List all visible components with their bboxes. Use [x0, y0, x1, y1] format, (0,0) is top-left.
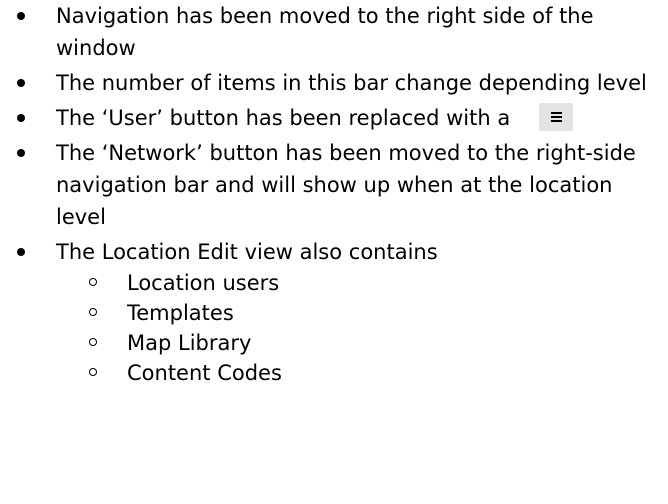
list-item-text: The ‘User’ button has been replaced with…	[56, 106, 511, 130]
sub-list-item-text: Map Library	[127, 331, 252, 355]
sub-list-item-text: Location users	[127, 271, 280, 295]
sub-bullet-ring	[89, 368, 97, 376]
list-item: The number of items in this bar change d…	[0, 67, 668, 99]
sub-bullet-list: Location users Templates Map Library Con…	[0, 268, 668, 388]
sub-bullet-ring	[89, 338, 97, 346]
bullet-dot	[17, 114, 25, 122]
bullet-dot	[17, 149, 25, 157]
list-item-text: Navigation has been moved to the right s…	[56, 4, 594, 60]
bullet-dot	[17, 79, 25, 87]
list-item: The ‘User’ button has been replaced with…	[0, 102, 668, 134]
menu-icon	[550, 112, 562, 122]
sub-list-item-text: Templates	[127, 301, 234, 325]
bullet-dot	[17, 248, 25, 256]
list-item-text: The Location Edit view also contains	[56, 240, 438, 264]
document-page: Navigation has been moved to the right s…	[0, 0, 668, 504]
sub-list-item: Content Codes	[0, 358, 668, 388]
sub-list-item: Location users	[0, 268, 668, 298]
sub-bullet-ring	[89, 308, 97, 316]
list-item: The Location Edit view also contains Loc…	[0, 236, 668, 388]
list-item: The ‘Network’ button has been moved to t…	[0, 137, 668, 233]
list-item-text: The number of items in this bar change d…	[56, 71, 647, 95]
menu-button-image	[538, 103, 573, 131]
list-item-text: The ‘Network’ button has been moved to t…	[56, 141, 636, 229]
sub-list-item-text: Content Codes	[127, 361, 282, 385]
list-item: Navigation has been moved to the right s…	[0, 0, 668, 64]
sub-list-item: Map Library	[0, 328, 668, 358]
bullet-dot	[17, 12, 25, 20]
sub-list-item: Templates	[0, 298, 668, 328]
bullet-list: Navigation has been moved to the right s…	[0, 0, 668, 391]
sub-bullet-ring	[89, 278, 97, 286]
